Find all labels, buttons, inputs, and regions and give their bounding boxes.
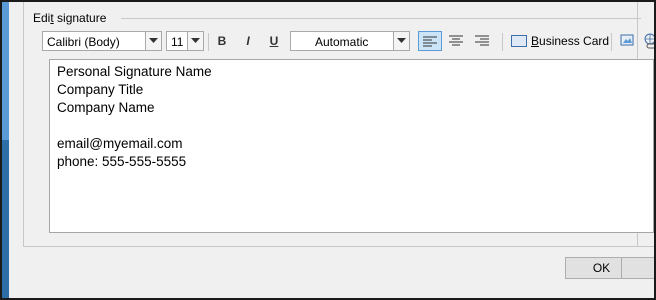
- chevron-down-icon[interactable]: [187, 32, 203, 50]
- signature-line: Personal Signature Name: [57, 64, 212, 79]
- format-toolbar: Calibri (Body) 11 B I U Automatic Busine…: [42, 31, 654, 55]
- insert-picture-button[interactable]: [617, 31, 639, 51]
- font-color-value: Automatic: [315, 35, 369, 49]
- align-right-button[interactable]: [470, 31, 494, 51]
- signatures-dialog: Edit signature Calibri (Body) 11 B I U A…: [9, 2, 654, 298]
- font-name-value: Calibri (Body): [47, 35, 120, 49]
- cancel-button[interactable]: [621, 257, 654, 279]
- chevron-down-icon[interactable]: [145, 32, 161, 50]
- align-center-icon: [449, 35, 463, 46]
- font-color-combo[interactable]: Automatic: [290, 31, 410, 51]
- align-left-icon: [423, 36, 437, 47]
- background-window-strip: [2, 2, 9, 298]
- dialog-frame: Edit signature Calibri (Body) 11 B I U A…: [2, 2, 654, 298]
- insert-hyperlink-button[interactable]: [640, 31, 654, 51]
- hyperlink-icon: [644, 33, 654, 49]
- italic-button[interactable]: I: [237, 31, 259, 51]
- signature-line: phone: 555-555-5555: [57, 154, 187, 169]
- align-right-icon: [475, 35, 489, 46]
- chevron-down-icon[interactable]: [393, 32, 409, 50]
- business-card-icon: [511, 34, 527, 47]
- signature-line: Company Title: [57, 82, 144, 97]
- business-card-label: Business Card: [531, 34, 610, 48]
- signature-line: email@myemail.com: [57, 136, 183, 151]
- picture-icon: [620, 34, 634, 46]
- align-left-button[interactable]: [418, 31, 442, 51]
- font-size-value: 11: [171, 35, 184, 49]
- edit-signature-group-title: Edit signature: [33, 11, 107, 25]
- bold-button[interactable]: B: [211, 31, 233, 51]
- signature-editor[interactable]: Personal Signature Name Company Title Co…: [49, 59, 654, 233]
- signature-line: Company Name: [57, 100, 155, 115]
- align-center-button[interactable]: [444, 31, 468, 51]
- underline-button[interactable]: U: [263, 31, 285, 51]
- font-size-combo[interactable]: 11: [166, 31, 204, 51]
- font-name-combo[interactable]: Calibri (Body): [42, 31, 162, 51]
- business-card-button[interactable]: Business Card: [511, 31, 609, 51]
